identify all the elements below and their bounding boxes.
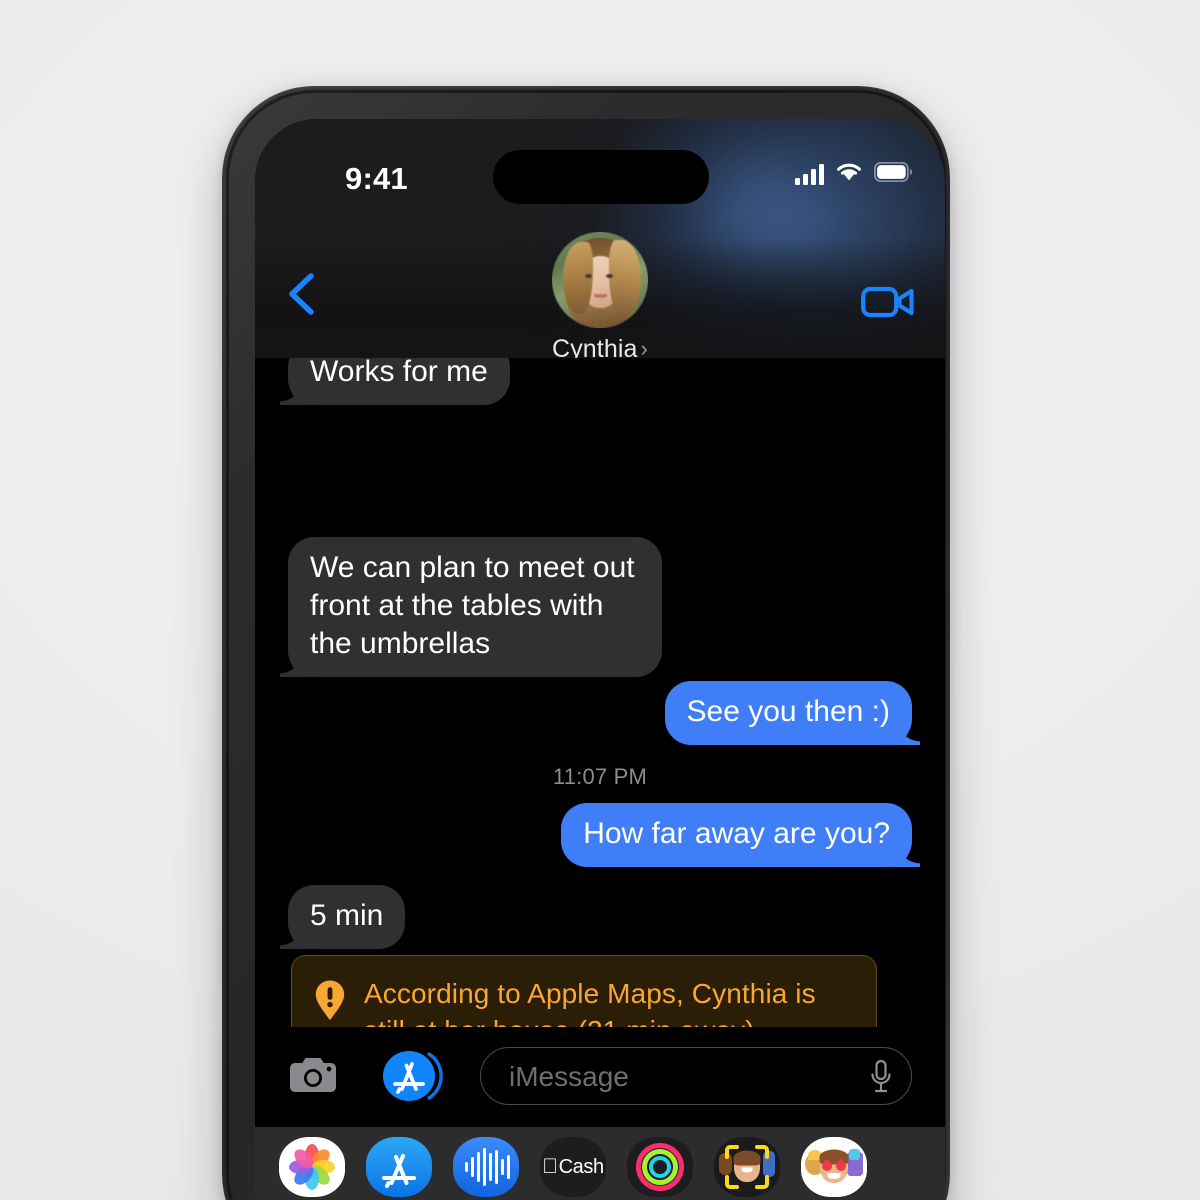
message-row-outgoing: How far away are you? xyxy=(561,803,920,868)
message-timestamp: 11:07 PM xyxy=(552,764,648,789)
message-row-incoming: Works for me xyxy=(288,358,510,406)
contact-name-label: Cynthia xyxy=(552,335,638,358)
app-memoji-button[interactable] xyxy=(714,1137,780,1197)
imessage-input[interactable]: iMessage xyxy=(480,1047,912,1105)
message-bubble-incoming[interactable]: 5 min xyxy=(288,885,406,950)
signal-bars-icon xyxy=(795,163,824,185)
video-camera-icon xyxy=(861,286,914,318)
apple-cash-label: Cash xyxy=(550,1155,604,1178)
camera-icon xyxy=(290,1058,336,1092)
status-time: 9:41 xyxy=(345,161,408,196)
app-store-button[interactable] xyxy=(382,1049,446,1103)
camera-button[interactable] xyxy=(288,1052,338,1098)
battery-icon xyxy=(873,161,913,187)
app-photos-button[interactable] xyxy=(279,1137,345,1197)
audio-waveform-icon xyxy=(453,1137,519,1197)
avatar-blur-overlay xyxy=(552,232,648,328)
memoji-stickers-icon xyxy=(801,1137,867,1197)
back-button[interactable] xyxy=(284,272,318,316)
memoji-icon xyxy=(714,1137,780,1197)
apple-logo-icon:  xyxy=(542,1155,558,1179)
message-input-bar: iMessage xyxy=(255,1027,945,1127)
status-icons xyxy=(795,161,913,187)
message-row-outgoing: See you then :) xyxy=(664,681,921,746)
message-bubble-outgoing[interactable]: How far away are you? xyxy=(561,803,920,868)
imessage-placeholder: iMessage xyxy=(509,1061,629,1092)
dynamic-island xyxy=(493,150,709,204)
message-bubble-outgoing[interactable]: See you then :) xyxy=(664,681,921,746)
back-chevron-icon xyxy=(289,273,314,315)
app-memoji-stickers-button[interactable] xyxy=(801,1137,867,1197)
app-audio-button[interactable] xyxy=(453,1137,519,1197)
microphone-icon xyxy=(871,1059,891,1093)
maps-alert-banner[interactable]: According to Apple Maps, Cynthia is stil… xyxy=(291,955,877,1027)
imessage-app-drawer: Cash xyxy=(255,1127,945,1200)
wifi-icon xyxy=(835,161,863,187)
message-list: Works for me We can plan to meet out fro… xyxy=(255,358,945,1027)
apple-cash-icon: Cash xyxy=(540,1137,606,1197)
message-bubble-incoming[interactable]: Works for me xyxy=(288,358,510,406)
conversation-header: 9:41 Cynthia › xyxy=(255,119,945,358)
microphone-button[interactable] xyxy=(869,1059,893,1095)
map-pin-alert-icon xyxy=(314,979,346,1026)
facetime-button[interactable] xyxy=(861,282,915,322)
contact-name-button[interactable]: Cynthia › xyxy=(255,335,945,358)
status-bar: 9:41 xyxy=(255,119,945,204)
app-fitness-button[interactable] xyxy=(627,1137,693,1197)
phone-screen: 9:41 Cynthia › Works for me We can plan … xyxy=(255,119,945,1200)
chevron-right-icon: › xyxy=(640,336,648,358)
maps-alert-text: According to Apple Maps, Cynthia is stil… xyxy=(364,978,816,1027)
scene: 9:41 Cynthia › Works for me We can plan … xyxy=(0,0,1200,1200)
avatar xyxy=(552,232,648,328)
photos-icon xyxy=(289,1144,335,1190)
message-row-incoming: We can plan to meet out front at the tab… xyxy=(288,537,662,678)
app-store-drawer-button[interactable] xyxy=(366,1137,432,1197)
contact-avatar-button[interactable] xyxy=(552,232,648,328)
app-store-icon xyxy=(383,1051,443,1101)
fitness-rings-icon xyxy=(627,1137,693,1197)
message-row-incoming: 5 min xyxy=(288,885,406,950)
message-bubble-incoming[interactable]: We can plan to meet out front at the tab… xyxy=(288,537,662,678)
app-store-icon xyxy=(382,1154,416,1188)
app-apple-cash-button[interactable]: Cash xyxy=(540,1137,606,1197)
